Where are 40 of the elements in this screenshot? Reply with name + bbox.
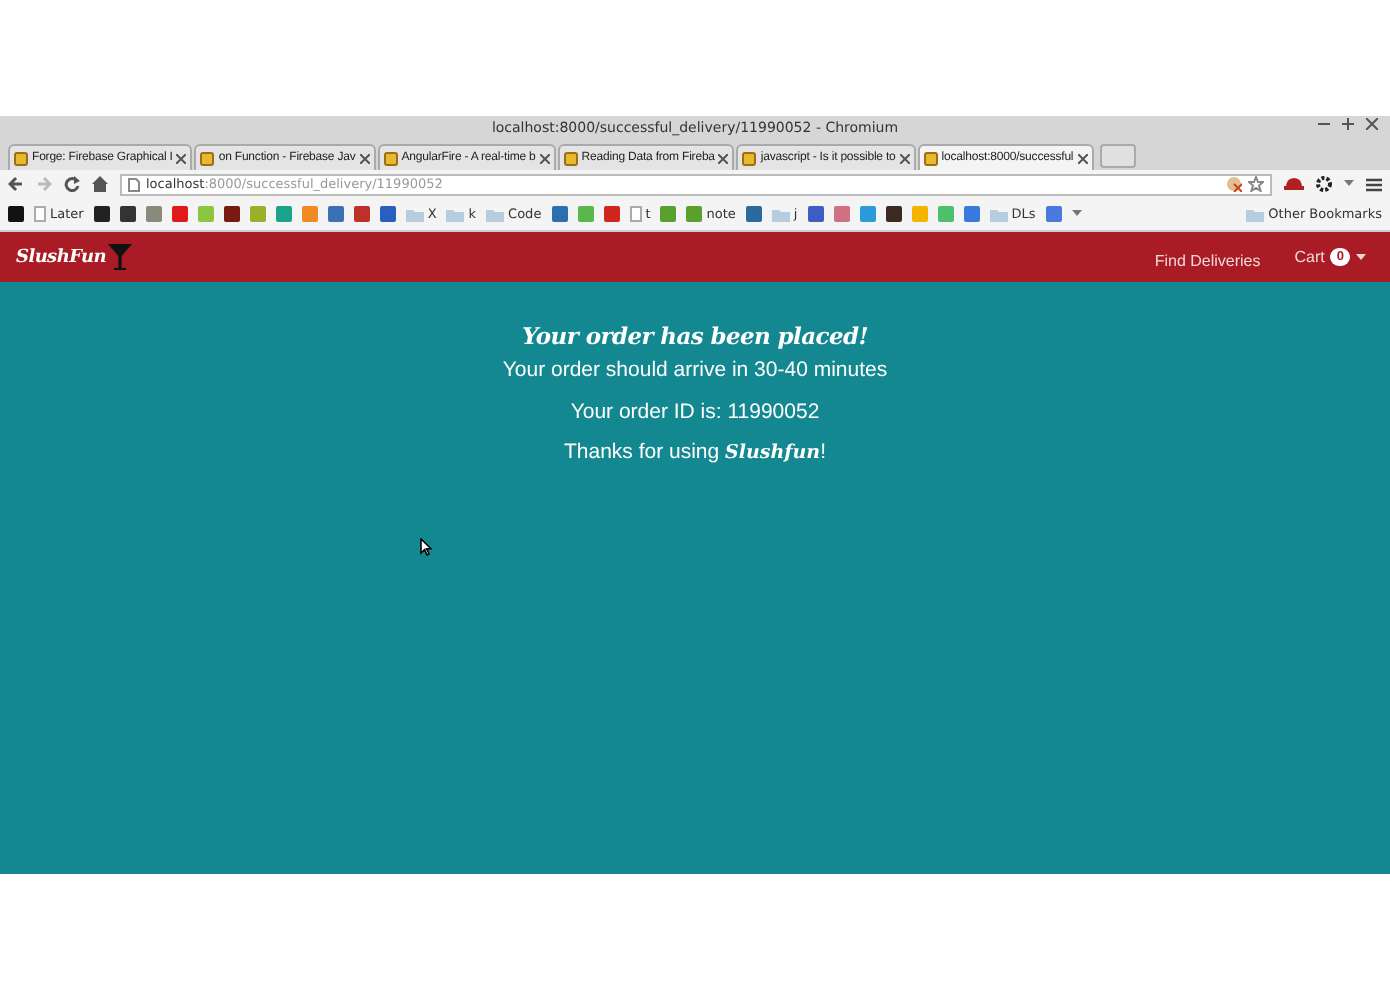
folder-icon [771, 207, 790, 221]
close-icon[interactable] [1366, 118, 1378, 130]
hat-icon[interactable] [1284, 176, 1304, 192]
folder-icon [446, 207, 465, 221]
favicon-icon [1045, 206, 1062, 222]
confirmation-heading: Your order has been placed! [522, 322, 868, 350]
close-icon[interactable] [899, 153, 910, 163]
chevron-icon[interactable] [1071, 210, 1082, 218]
confirmation-text: Thanks for using Slushfun! [563, 440, 826, 467]
caret-icon [1356, 254, 1366, 260]
close-icon[interactable] [1077, 153, 1088, 163]
home-icon[interactable] [92, 176, 108, 192]
page-icon [34, 206, 46, 222]
cocktail-glass-icon [108, 244, 132, 270]
brand-logo[interactable]: SlushFun [16, 247, 106, 267]
mouse-cursor-icon [420, 538, 432, 556]
settings-icon[interactable] [1316, 176, 1332, 192]
favicon-icon [8, 206, 24, 222]
caret-icon[interactable] [1344, 180, 1354, 188]
close-icon[interactable] [359, 153, 370, 163]
page-icon [128, 177, 140, 191]
confirmation-text: Your order should arrive in 30-40 minutes [502, 358, 888, 383]
menu-icon[interactable] [1366, 177, 1382, 191]
favicon-icon [745, 206, 762, 222]
close-icon[interactable] [539, 153, 550, 163]
back-icon[interactable] [8, 176, 24, 192]
page-icon [629, 206, 642, 222]
folder-icon [405, 207, 424, 221]
maximize-icon[interactable] [1342, 118, 1354, 130]
close-icon[interactable] [718, 153, 729, 163]
minimize-icon[interactable] [1318, 118, 1330, 130]
confirmation-text: Your order ID is: 11990052 [570, 399, 820, 424]
blocked-icon[interactable] [1226, 176, 1242, 192]
reload-icon[interactable] [64, 176, 80, 192]
folder-icon [989, 207, 1008, 221]
folder-icon [486, 207, 505, 221]
nav-link[interactable]: Find Deliveries [1154, 251, 1261, 269]
close-icon[interactable] [176, 153, 187, 163]
star-icon[interactable] [1248, 176, 1264, 192]
folder-icon [1246, 207, 1265, 221]
